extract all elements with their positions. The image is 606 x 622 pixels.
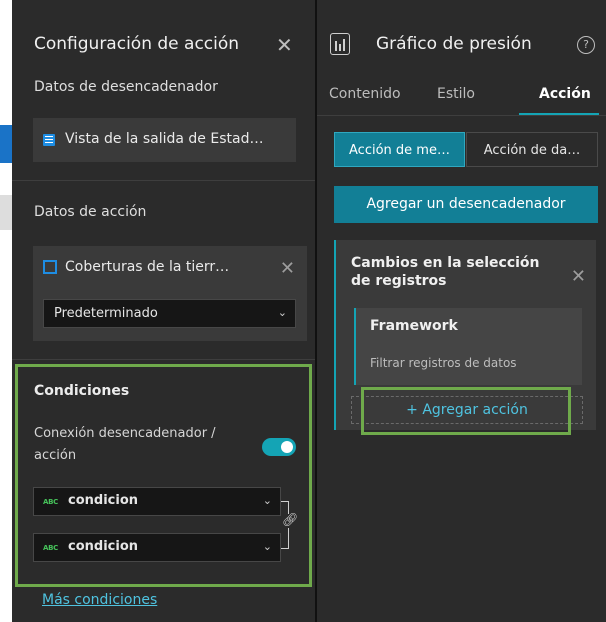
- chevron-down-icon: ⌄: [277, 306, 287, 319]
- action-data-source-label: Coberturas de la tierr…: [65, 259, 230, 275]
- help-icon[interactable]: ?: [577, 36, 595, 54]
- action-field-value: condicion: [68, 539, 139, 554]
- tab-estilo[interactable]: Estilo: [437, 86, 475, 102]
- background-strip-highlight: [0, 125, 12, 163]
- connection-label: Conexión desencadenador / acción: [34, 426, 216, 463]
- divider: [317, 115, 606, 116]
- close-icon[interactable]: ✕: [276, 35, 293, 55]
- trigger-data-source-label: Vista de la salida de Estad…: [65, 131, 264, 147]
- action-item-name: Framework: [370, 318, 458, 334]
- background-strip: [0, 0, 12, 622]
- chevron-down-icon: ⌄: [262, 494, 272, 507]
- trigger-data-source[interactable]: Vista de la salida de Estad…: [33, 118, 296, 162]
- panel-title: Configuración de acción: [34, 34, 240, 54]
- chevron-down-icon: ⌄: [262, 540, 272, 553]
- data-view-select[interactable]: Predeterminado ⌄: [43, 299, 296, 328]
- more-conditions-link[interactable]: Más condiciones: [42, 592, 157, 608]
- chart-icon: [330, 33, 350, 55]
- connection-toggle[interactable]: [262, 438, 296, 456]
- conditions-heading: Condiciones: [34, 383, 130, 399]
- action-settings-panel: Configuración de acción ✕ Datos de desen…: [12, 0, 315, 622]
- trigger-field-value: condicion: [68, 493, 139, 508]
- add-action-highlight: [361, 387, 571, 435]
- divider: [12, 180, 315, 181]
- action-field-select[interactable]: ABC condicion ⌄: [33, 533, 281, 562]
- feature-layer-icon: [43, 260, 57, 274]
- tab-contenido[interactable]: Contenido: [329, 86, 401, 102]
- table-icon: [43, 134, 55, 146]
- action-item[interactable]: Framework Filtrar registros de datos: [354, 308, 582, 385]
- text-field-icon: ABC: [43, 498, 58, 506]
- action-data-label: Datos de acción: [34, 204, 147, 220]
- background-strip-shade: [0, 195, 12, 230]
- tab-accion[interactable]: Acción: [539, 86, 591, 102]
- action-data-source[interactable]: Coberturas de la tierr… ✕ Predeterminado…: [33, 246, 307, 341]
- widget-settings-panel: Gráfico de presión ? Contenido Estilo Ac…: [317, 0, 606, 622]
- add-trigger-button[interactable]: Agregar un desencadenador: [334, 186, 598, 223]
- widget-title: Gráfico de presión: [376, 34, 532, 54]
- trigger-data-label: Datos de desencadenador: [34, 79, 218, 95]
- text-field-icon: ABC: [43, 544, 58, 552]
- trigger-field-select[interactable]: ABC condicion ⌄: [33, 487, 281, 516]
- trigger-card-title: Cambios en la selección de registros: [351, 255, 540, 289]
- link-icon[interactable]: 🔗︎: [282, 514, 299, 528]
- data-action-tab[interactable]: Acción de da…: [466, 132, 598, 167]
- data-view-select-value: Predeterminado: [54, 306, 158, 321]
- message-action-tab[interactable]: Acción de me…: [334, 132, 465, 167]
- action-item-description: Filtrar registros de datos: [370, 356, 517, 370]
- remove-action-data-icon[interactable]: ✕: [280, 258, 295, 279]
- toggle-knob: [281, 441, 293, 453]
- divider: [12, 359, 315, 360]
- remove-trigger-icon[interactable]: ✕: [571, 266, 586, 287]
